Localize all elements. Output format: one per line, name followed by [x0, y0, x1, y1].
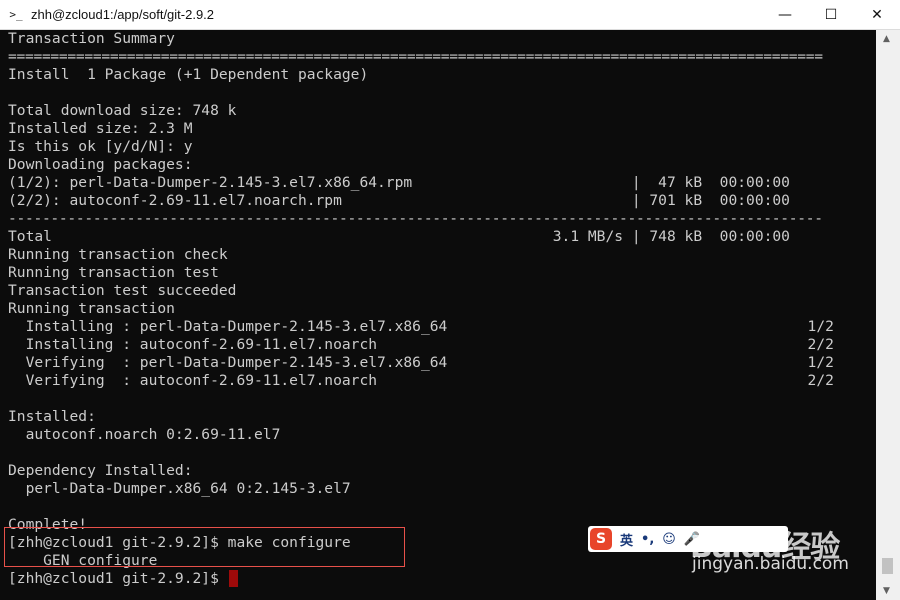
scroll-up-arrow-icon[interactable]: ▲	[883, 34, 890, 44]
terminal-line: autoconf.noarch 0:2.69-11.el7	[8, 426, 281, 443]
terminal-line: ----------------------------------------…	[8, 210, 823, 227]
terminal-line: Running transaction	[8, 300, 175, 317]
window-title: zhh@zcloud1:/app/soft/git-2.9.2	[31, 7, 215, 22]
terminal-line: Verifying : autoconf-2.69-11.el7.noarch …	[8, 372, 834, 389]
terminal-line: Is this ok [y/d/N]: y	[8, 138, 193, 155]
annotation-highlight-box	[4, 527, 405, 567]
terminal-line: Downloading packages:	[8, 156, 193, 173]
terminal-line: (1/2): perl-Data-Dumper-2.145-3.el7.x86_…	[8, 174, 790, 191]
terminal-line: Transaction Summary	[8, 30, 175, 47]
prompt-text: [zhh@zcloud1 git-2.9.2]$	[8, 570, 228, 587]
ime-toolbar[interactable]: S 英 •, ☺ 🎤	[588, 526, 788, 552]
terminal-line: Total 3.1 MB/s | 748 kB 00:00:00	[8, 228, 790, 245]
terminal-line: ========================================…	[8, 48, 823, 65]
terminal-line: Installed:	[8, 408, 96, 425]
vertical-scrollbar[interactable]: ▲ ▼	[876, 30, 900, 600]
microphone-icon[interactable]: 🎤	[684, 532, 700, 547]
terminal-line: Running transaction test	[8, 264, 219, 281]
terminal-line: Installed size: 2.3 M	[8, 120, 193, 137]
text-cursor	[228, 570, 238, 587]
terminal-line: Installing : autoconf-2.69-11.el7.noarch…	[8, 336, 834, 353]
ime-punctuation-toggle[interactable]: •,	[641, 532, 654, 547]
maximize-button[interactable]: ☐	[808, 0, 854, 30]
terminal-line: perl-Data-Dumper.x86_64 0:2.145-3.el7	[8, 480, 351, 497]
scroll-down-arrow-icon[interactable]: ▼	[883, 586, 890, 596]
window-titlebar[interactable]: >_ zhh@zcloud1:/app/soft/git-2.9.2 — ☐ ✕	[0, 0, 900, 30]
terminal-line: Total download size: 748 k	[8, 102, 237, 119]
scroll-thumb[interactable]	[882, 558, 893, 574]
terminal-line: Transaction test succeeded	[8, 282, 237, 299]
terminal-line: Installing : perl-Data-Dumper-2.145-3.el…	[8, 318, 834, 335]
ime-language-toggle[interactable]: 英	[620, 530, 633, 549]
terminal-prompt-line[interactable]: [zhh@zcloud1 git-2.9.2]$	[8, 570, 238, 588]
terminal-icon: >_	[9, 7, 23, 21]
terminal-line: Verifying : perl-Data-Dumper-2.145-3.el7…	[8, 354, 834, 371]
terminal-line: Install 1 Package (+1 Dependent package)	[8, 66, 369, 83]
ime-logo-icon[interactable]: S	[590, 528, 612, 550]
terminal-line: Running transaction check	[8, 246, 228, 263]
minimize-button[interactable]: —	[762, 0, 808, 30]
emoji-icon[interactable]: ☺	[662, 532, 676, 547]
window-controls: — ☐ ✕	[762, 0, 900, 30]
close-button[interactable]: ✕	[854, 0, 900, 30]
terminal-line: (2/2): autoconf-2.69-11.el7.noarch.rpm |…	[8, 192, 790, 209]
terminal-output[interactable]: Transaction Summary ====================…	[0, 30, 876, 600]
terminal-line: Dependency Installed:	[8, 462, 193, 479]
